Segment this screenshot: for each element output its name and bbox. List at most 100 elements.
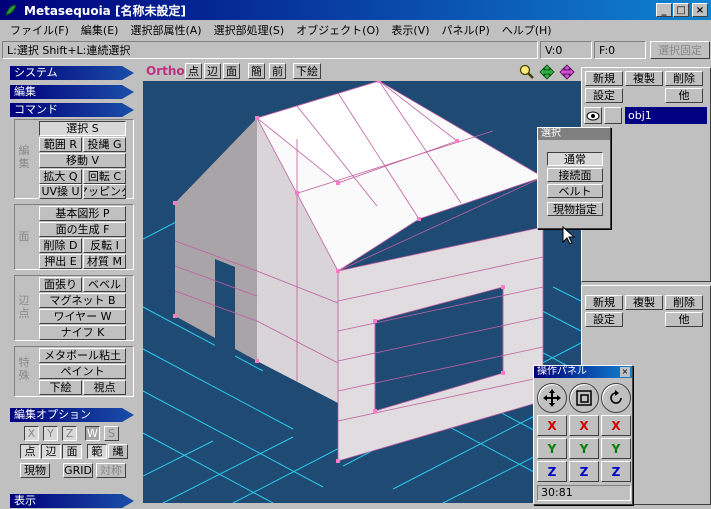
bevel-button[interactable]: ベベル [83,277,126,292]
object-list-item[interactable]: obj1 [584,107,707,124]
edge-mode-toggle[interactable]: 辺 [41,444,61,459]
rotate-button[interactable]: 回転 C [83,169,126,184]
select-connected-button[interactable]: 接続面 [547,168,603,182]
primitive-button[interactable]: 基本図形 P [39,206,126,221]
metasequoia-app-icon[interactable] [4,3,18,17]
point-mode-toggle[interactable]: 点 [20,444,40,459]
axis-x-lock[interactable]: X [24,426,39,441]
projection-mode-label[interactable]: Ortho [146,64,185,78]
selection-lock-button[interactable]: 選択固定 [650,41,710,59]
uv-button[interactable]: UV操 U [39,184,82,199]
scene-canvas[interactable] [143,81,581,503]
obj-settings-button[interactable]: 設定 [585,88,623,103]
rotate-mode-button[interactable] [601,383,631,413]
pan-icon[interactable] [539,64,555,80]
scale-x-button[interactable]: X [569,415,599,436]
section-edit[interactable]: 編集 [10,85,134,99]
material-button[interactable]: 材質 M [83,254,126,269]
vp-underlay-toggle[interactable]: 下絵 [293,63,321,79]
section-edit-options[interactable]: 編集オプション [10,408,134,422]
move-x-button[interactable]: X [537,415,567,436]
select-button[interactable]: 選択 S [39,121,126,136]
operation-panel-title[interactable]: 操作パネル × [534,366,632,378]
menu-object[interactable]: オブジェクト(O) [290,22,385,38]
close-button[interactable]: × [692,3,708,17]
invert-button[interactable]: 反転 I [83,238,126,253]
paint-button[interactable]: ペイント [39,364,126,379]
real-object-toggle[interactable]: 現物 [20,463,50,478]
face-stretch-button[interactable]: 面張り [39,277,82,292]
axis-y-lock[interactable]: Y [43,426,58,441]
section-display[interactable]: 表示 [10,494,134,508]
scale-button[interactable]: 拡大 Q [39,169,82,184]
obj-new-button[interactable]: 新規 [585,71,623,86]
vp-front-toggle[interactable]: 前 [269,63,286,79]
rotate-y-button[interactable]: Y [601,438,631,459]
mat-settings-button[interactable]: 設定 [585,312,623,327]
vp-point-toggle[interactable]: 点 [185,63,202,79]
menu-view[interactable]: 表示(V) [385,22,435,38]
op-close-icon[interactable]: × [620,367,630,377]
move-mode-button[interactable] [537,383,567,413]
vp-simple-toggle[interactable]: 簡 [248,63,265,79]
vp-edge-toggle[interactable]: 辺 [204,63,221,79]
mat-delete-button[interactable]: 削除 [665,295,703,310]
3d-viewport[interactable]: Ortho 点 辺 面 簡 前 下絵 [143,61,581,503]
symmetry-toggle[interactable]: 対称 [96,463,126,478]
scale-z-button[interactable]: Z [569,461,599,482]
metaball-button[interactable]: メタボール粘土 [39,348,126,363]
rotate-view-icon[interactable] [559,64,575,80]
scale-y-button[interactable]: Y [569,438,599,459]
menu-panel[interactable]: パネル(P) [436,22,496,38]
obj-delete-button[interactable]: 削除 [665,71,703,86]
section-system[interactable]: システム [10,66,134,80]
world-coord-toggle[interactable]: W [85,426,100,441]
delete-button[interactable]: 削除 D [39,238,82,253]
menu-selection-proc[interactable]: 選択部処理(S) [208,22,291,38]
menu-help[interactable]: ヘルプ(H) [496,22,558,38]
magnet-button[interactable]: マグネット B [39,293,126,308]
select-normal-button[interactable]: 通常 [547,152,603,166]
underlay-button[interactable]: 下絵 [39,380,82,395]
extrude-button[interactable]: 押出 E [39,254,82,269]
obj-duplicate-button[interactable]: 複製 [625,71,663,86]
vp-face-toggle[interactable]: 面 [223,63,240,79]
select-belt-button[interactable]: ベルト [547,184,603,198]
minimize-button[interactable]: _ [656,3,672,17]
menu-selection-attr[interactable]: 選択部属性(A) [124,22,207,38]
wire-button[interactable]: ワイヤー W [39,309,126,324]
mat-duplicate-button[interactable]: 複製 [625,295,663,310]
zoom-icon[interactable] [519,64,535,80]
move-y-button[interactable]: Y [537,438,567,459]
grid-toggle[interactable]: GRID [63,463,93,478]
visibility-eye-icon[interactable] [584,107,602,124]
lock-toggle[interactable] [604,107,622,124]
mat-other-button[interactable]: 他 [665,312,703,327]
move-button[interactable]: 移動 V [39,153,126,168]
lasso-button[interactable]: 投縄 G [83,137,126,152]
mapping-button[interactable]: マッピング [83,184,126,199]
screen-coord-toggle[interactable]: S [104,426,119,441]
axis-z-lock[interactable]: Z [62,426,77,441]
maximize-button[interactable]: □ [673,3,689,17]
mat-new-button[interactable]: 新規 [585,295,623,310]
rotate-x-button[interactable]: X [601,415,631,436]
select-real-button[interactable]: 現物指定 [547,202,603,216]
scale-mode-button[interactable] [569,383,599,413]
menu-file[interactable]: ファイル(F) [4,22,75,38]
knife-button[interactable]: ナイフ K [39,325,126,340]
face-generate-button[interactable]: 面の生成 F [39,222,126,237]
menu-edit[interactable]: 編集(E) [75,22,125,38]
rotate-z-button[interactable]: Z [601,461,631,482]
viewpoint-button[interactable]: 視点 [83,380,126,395]
range-button[interactable]: 範囲 R [39,137,82,152]
obj-other-button[interactable]: 他 [665,88,703,103]
section-command[interactable]: コマンド [10,103,134,117]
range-mode-toggle[interactable]: 範 [87,444,107,459]
move-z-button[interactable]: Z [537,461,567,482]
face-group-label: 面 [18,230,30,243]
lasso-mode-toggle[interactable]: 縄 [108,444,128,459]
selection-dialog-title[interactable]: 選択 [538,128,610,140]
face-mode-toggle[interactable]: 面 [62,444,82,459]
vertex-count: V:0 [540,41,592,59]
